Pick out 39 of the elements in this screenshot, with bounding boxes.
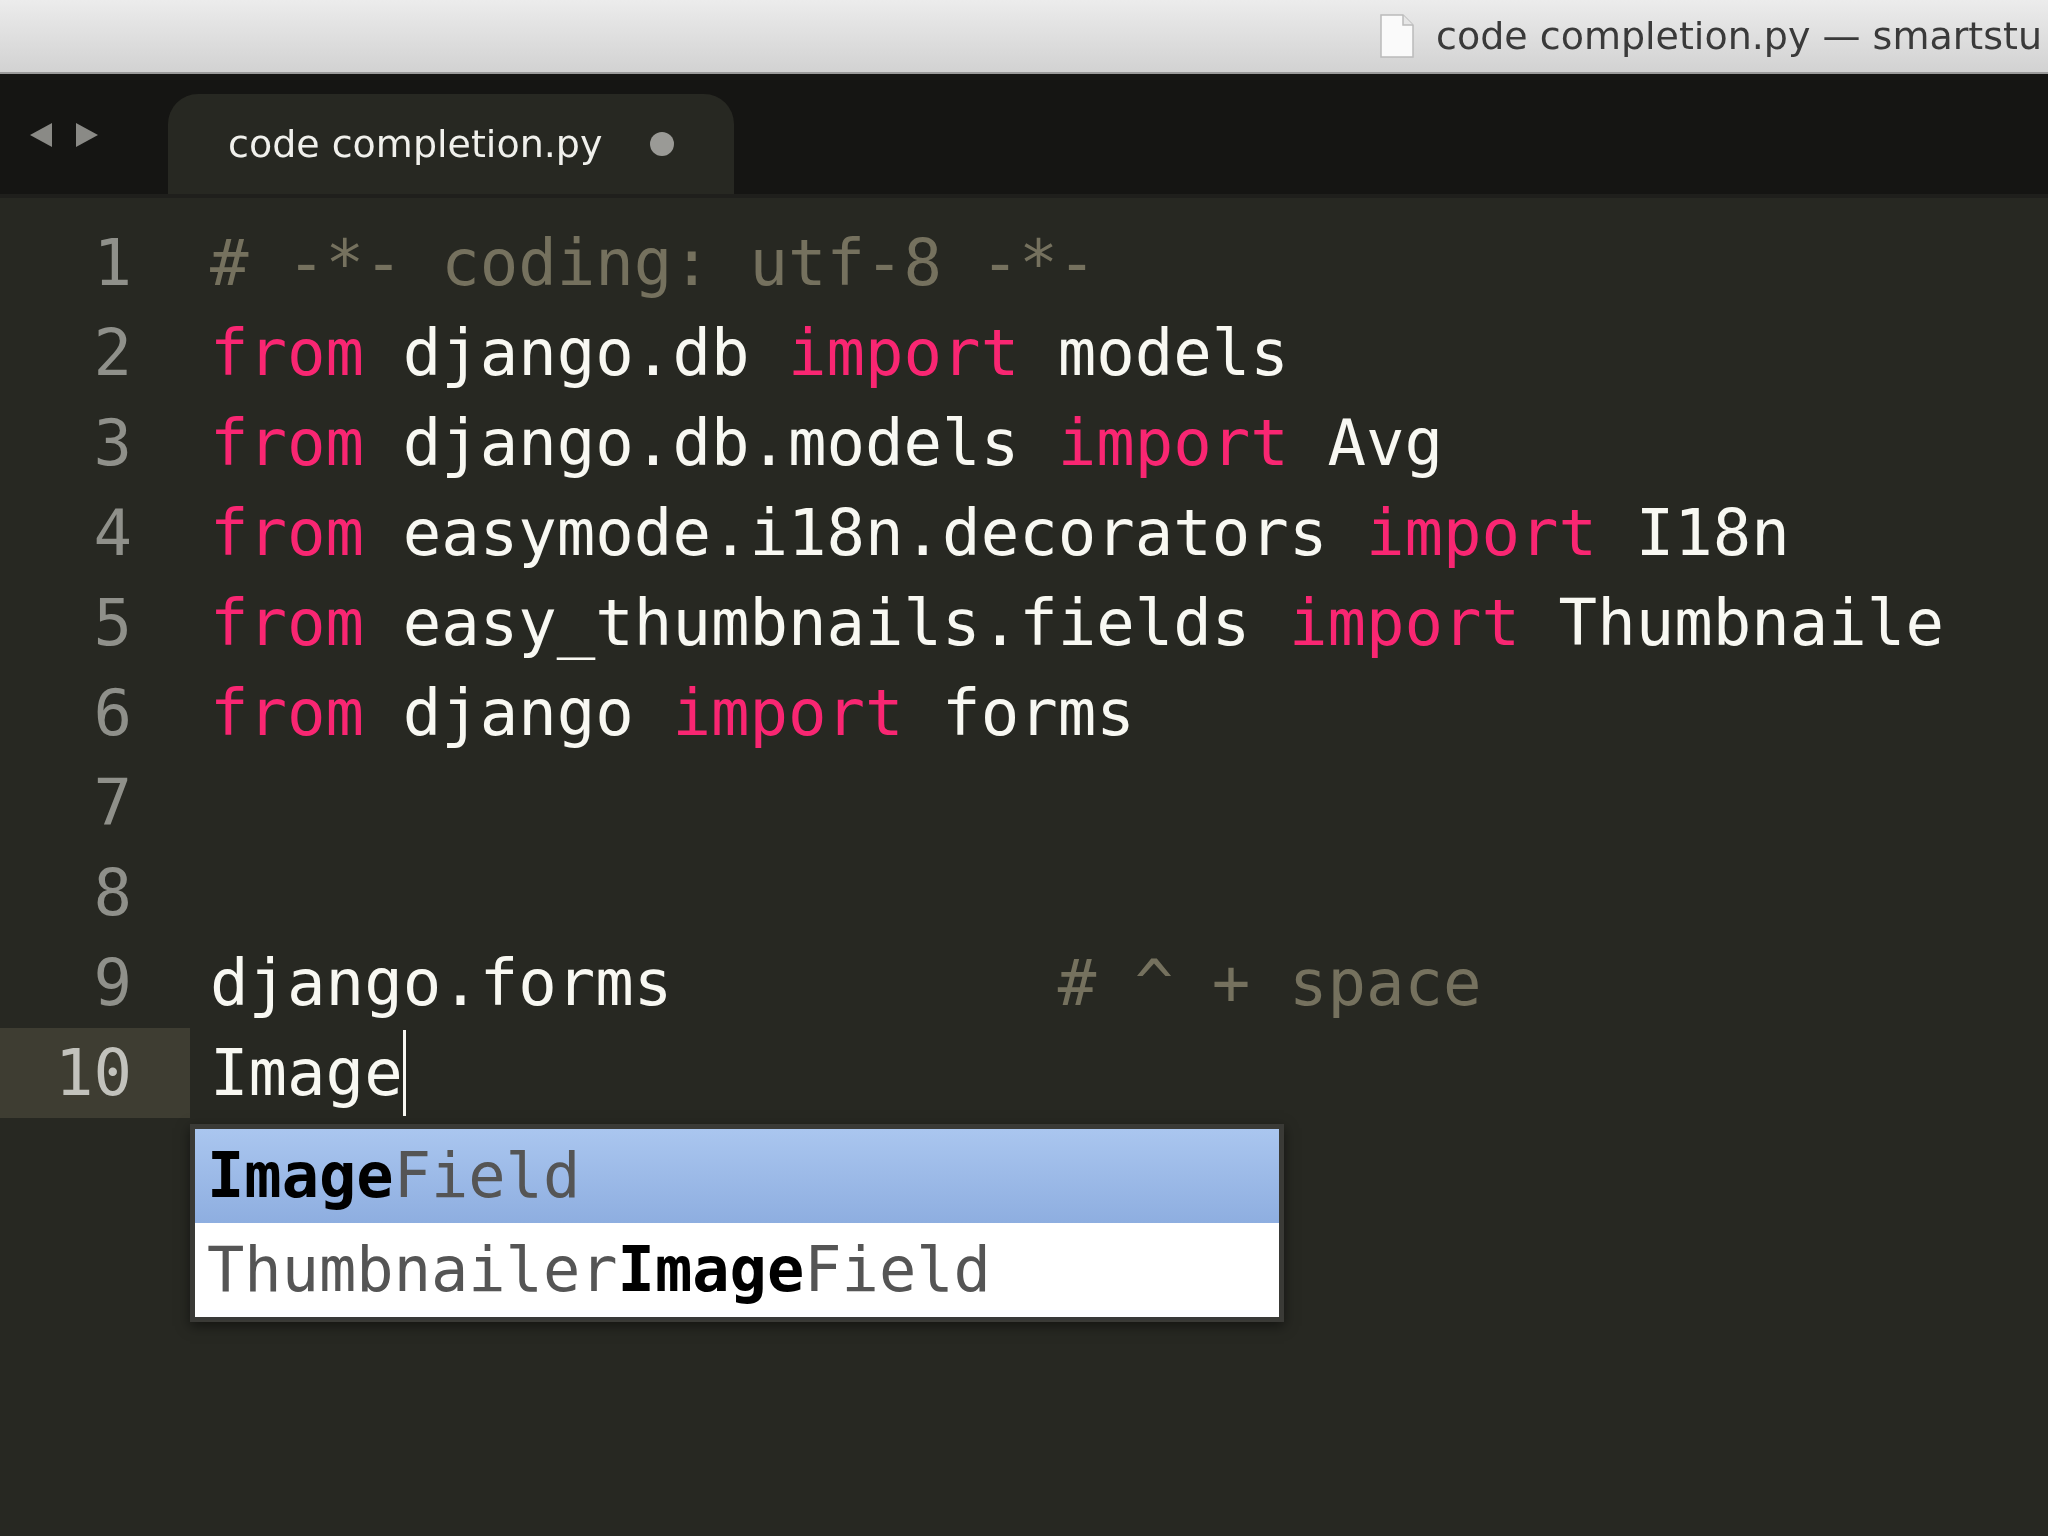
code-token: django	[401, 676, 635, 750]
code-token: django.db.models	[401, 406, 1021, 480]
window-title: code completion.py — smartstu	[1436, 14, 2042, 58]
code-token: Thumbnaile	[1557, 586, 1944, 660]
code-token: easymode.i18n.decorators	[401, 496, 1329, 570]
document-icon	[1380, 14, 1414, 58]
code-token: Image	[210, 1036, 403, 1110]
code-token: import	[1057, 406, 1289, 480]
code-token: import	[1365, 496, 1598, 570]
code-token: from	[210, 496, 365, 570]
line-number: 7	[92, 765, 133, 842]
code-token: from	[210, 316, 365, 390]
line-number: 8	[92, 855, 133, 932]
file-tab[interactable]: code completion.py	[168, 94, 735, 194]
code-token: import	[787, 316, 1020, 390]
code-token: import	[1288, 586, 1521, 660]
line-number: 4	[92, 495, 133, 572]
completion-item[interactable]: ThumbnailerImageField	[195, 1223, 1279, 1317]
code-token: import	[672, 676, 904, 750]
code-token: from	[210, 406, 365, 480]
code-token: django.forms	[210, 946, 674, 1020]
code-token: Avg	[1326, 406, 1443, 480]
code-token: from	[210, 586, 365, 660]
code-token: from	[210, 676, 365, 750]
line-number: 9	[92, 945, 133, 1022]
completion-item[interactable]: ImageField	[195, 1129, 1279, 1223]
line-number: 5	[92, 585, 133, 662]
code-token: django.db	[401, 316, 751, 390]
line-number: 2	[92, 315, 133, 392]
code-token: # ^ + space	[1057, 946, 1482, 1020]
code-token: I18n	[1634, 496, 1790, 570]
code-token: # -*- coding: utf-8 -*-	[210, 226, 1097, 300]
line-number: 3	[92, 405, 133, 482]
code-token: models	[1056, 316, 1289, 390]
line-number: 10	[0, 1028, 190, 1118]
code-token: forms	[941, 676, 1135, 750]
code-token: easy_thumbnails.fields	[401, 586, 1252, 660]
line-number: 6	[92, 675, 133, 752]
line-number: 1	[92, 225, 133, 302]
